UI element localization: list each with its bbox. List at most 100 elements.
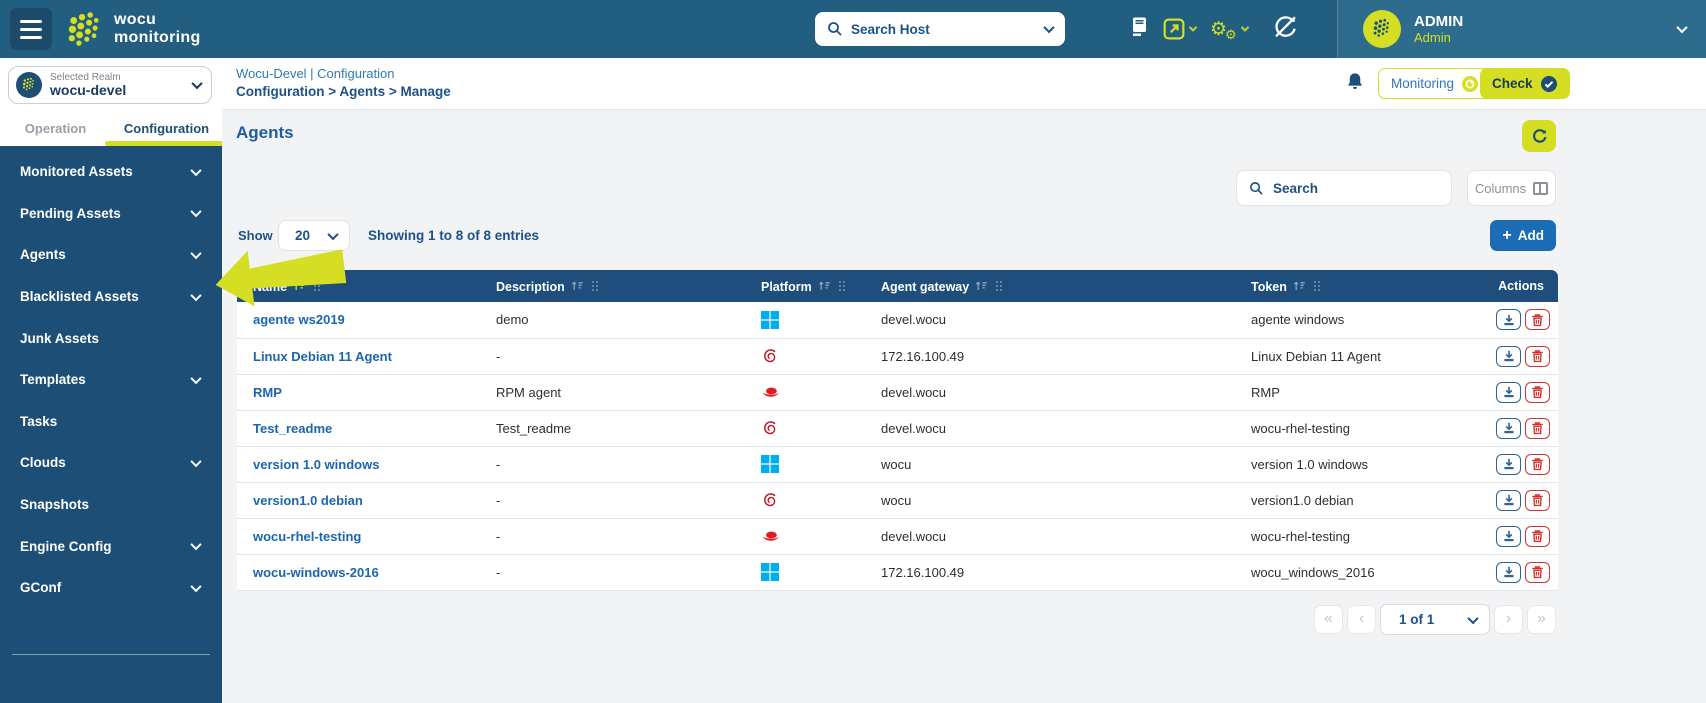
sidebar-item-blacklisted-assets[interactable]: Blacklisted Assets — [0, 276, 222, 318]
breadcrumb-realm[interactable]: Wocu-Devel | Configuration — [236, 66, 395, 81]
download-icon — [1502, 493, 1516, 507]
sidebar-item-label: Junk Assets — [20, 331, 200, 346]
drag-handle-icon[interactable] — [838, 280, 846, 292]
external-link-menu[interactable] — [1163, 18, 1196, 40]
sidebar-item-monitored-assets[interactable]: Monitored Assets — [0, 151, 222, 193]
monitoring-eye-icon — [1461, 75, 1479, 93]
agent-name-link[interactable]: RMP — [253, 385, 282, 400]
agent-name-link[interactable]: version 1.0 windows — [253, 457, 379, 472]
sort-icon[interactable] — [1293, 279, 1306, 292]
agent-name-link[interactable]: Test_readme — [253, 421, 332, 436]
download-agent-button[interactable] — [1496, 562, 1521, 583]
chevron-down-icon — [191, 78, 202, 89]
delete-agent-button[interactable] — [1525, 454, 1550, 475]
check-button[interactable]: Check — [1480, 68, 1570, 99]
delete-agent-button[interactable] — [1525, 309, 1550, 330]
download-agent-button[interactable] — [1496, 418, 1521, 439]
sort-icon[interactable] — [975, 279, 988, 292]
hamburger-menu-button[interactable] — [10, 8, 52, 50]
search-placeholder: Search — [1273, 181, 1318, 196]
download-agent-button[interactable] — [1496, 309, 1521, 330]
drag-handle-icon[interactable] — [313, 280, 321, 292]
drag-handle-icon[interactable] — [995, 280, 1003, 292]
agents-table-body: agente ws2019demodevel.wocuagente window… — [237, 302, 1558, 590]
download-agent-button[interactable] — [1496, 454, 1521, 475]
download-icon — [1502, 385, 1516, 399]
sidebar-item-clouds[interactable]: Clouds — [0, 442, 222, 484]
sidebar-item-label: Clouds — [20, 455, 192, 470]
notifications-bell-icon[interactable] — [1344, 71, 1366, 93]
sidebar-item-label: Blacklisted Assets — [20, 289, 192, 304]
sidebar-item-pending-assets[interactable]: Pending Assets — [0, 193, 222, 235]
table-search-input[interactable]: Search — [1236, 170, 1452, 206]
agent-description: - — [480, 446, 745, 482]
drag-handle-icon[interactable] — [591, 280, 599, 292]
settings-menu[interactable]: ⚙⚙ — [1210, 18, 1248, 41]
breadcrumb[interactable]: Configuration > Agents > Manage — [236, 84, 451, 99]
page-selector[interactable]: 1 of 1 — [1380, 604, 1490, 635]
next-page-button[interactable]: › — [1494, 605, 1523, 634]
drag-handle-icon[interactable] — [1313, 280, 1321, 292]
agent-token: agente windows — [1235, 302, 1480, 338]
add-agent-button[interactable]: + Add — [1490, 220, 1556, 251]
sort-icon[interactable] — [571, 279, 584, 292]
sidebar-item-label: Monitored Assets — [20, 164, 192, 179]
monitoring-button[interactable]: Monitoring — [1378, 68, 1492, 99]
table-row: version 1.0 windows-wocuversion 1.0 wind… — [237, 446, 1558, 482]
page-title: Agents — [236, 123, 294, 143]
agent-token: RMP — [1235, 374, 1480, 410]
delete-agent-button[interactable] — [1525, 382, 1550, 403]
chevron-down-icon — [190, 581, 201, 592]
sidebar-item-templates[interactable]: Templates — [0, 359, 222, 401]
first-page-button[interactable]: « — [1314, 605, 1343, 634]
agent-name-link[interactable]: version1.0 debian — [253, 493, 363, 508]
sidebar: Selected Realm wocu-devel Operation Conf… — [0, 58, 222, 703]
column-header-name[interactable]: Name — [237, 270, 480, 302]
search-host-select[interactable]: Search Host — [815, 12, 1065, 46]
column-header-agent-gateway[interactable]: Agent gateway — [865, 270, 1235, 302]
last-page-button[interactable]: » — [1527, 605, 1556, 634]
delete-agent-button[interactable] — [1525, 346, 1550, 367]
download-agent-button[interactable] — [1496, 346, 1521, 367]
trash-icon — [1531, 421, 1544, 435]
sidebar-item-junk-assets[interactable]: Junk Assets — [0, 317, 222, 359]
sidebar-item-engine-config[interactable]: Engine Config — [0, 525, 222, 567]
sync-off-icon[interactable] — [1272, 14, 1298, 45]
download-icon — [1502, 313, 1516, 327]
sidebar-menu: Monitored Assets Pending AssetsAgents Blac… — [0, 146, 222, 703]
agent-gateway: wocu — [865, 446, 1235, 482]
sidebar-item-gconf[interactable]: GConf — [0, 567, 222, 609]
agent-name-link[interactable]: wocu-rhel-testing — [253, 529, 361, 544]
realm-selector[interactable]: Selected Realm wocu-devel — [8, 66, 212, 104]
agent-name-link[interactable]: agente ws2019 — [253, 312, 345, 327]
agent-name-link[interactable]: Linux Debian 11 Agent — [253, 349, 392, 364]
sidebar-item-agents[interactable]: Agents — [0, 234, 222, 276]
column-header-description[interactable]: Description — [480, 270, 745, 302]
download-agent-button[interactable] — [1496, 490, 1521, 511]
delete-agent-button[interactable] — [1525, 418, 1550, 439]
sidebar-item-snapshots[interactable]: Snapshots — [0, 484, 222, 526]
tab-operation[interactable]: Operation — [0, 114, 111, 146]
manual-book-icon[interactable] — [1130, 16, 1149, 42]
search-icon — [1249, 181, 1264, 196]
agent-gateway: wocu — [865, 482, 1235, 518]
sidebar-item-tasks[interactable]: Tasks — [0, 401, 222, 443]
redhat-icon — [761, 529, 781, 544]
column-header-platform[interactable]: Platform — [745, 270, 865, 302]
refresh-button[interactable] — [1522, 120, 1556, 152]
previous-page-button[interactable]: ‹ — [1347, 605, 1376, 634]
sort-icon[interactable] — [818, 279, 831, 292]
download-agent-button[interactable] — [1496, 526, 1521, 547]
windows-icon — [761, 455, 779, 473]
agent-gateway: devel.wocu — [865, 374, 1235, 410]
download-agent-button[interactable] — [1496, 382, 1521, 403]
columns-button[interactable]: Columns — [1467, 170, 1556, 206]
agent-name-link[interactable]: wocu-windows-2016 — [253, 565, 379, 580]
sort-icon[interactable] — [293, 279, 306, 292]
page-size-select[interactable]: 20 — [278, 220, 350, 251]
delete-agent-button[interactable] — [1525, 526, 1550, 547]
delete-agent-button[interactable] — [1525, 562, 1550, 583]
column-header-token[interactable]: Token — [1235, 270, 1480, 302]
delete-agent-button[interactable] — [1525, 490, 1550, 511]
user-menu[interactable]: ADMIN Admin — [1338, 0, 1706, 58]
